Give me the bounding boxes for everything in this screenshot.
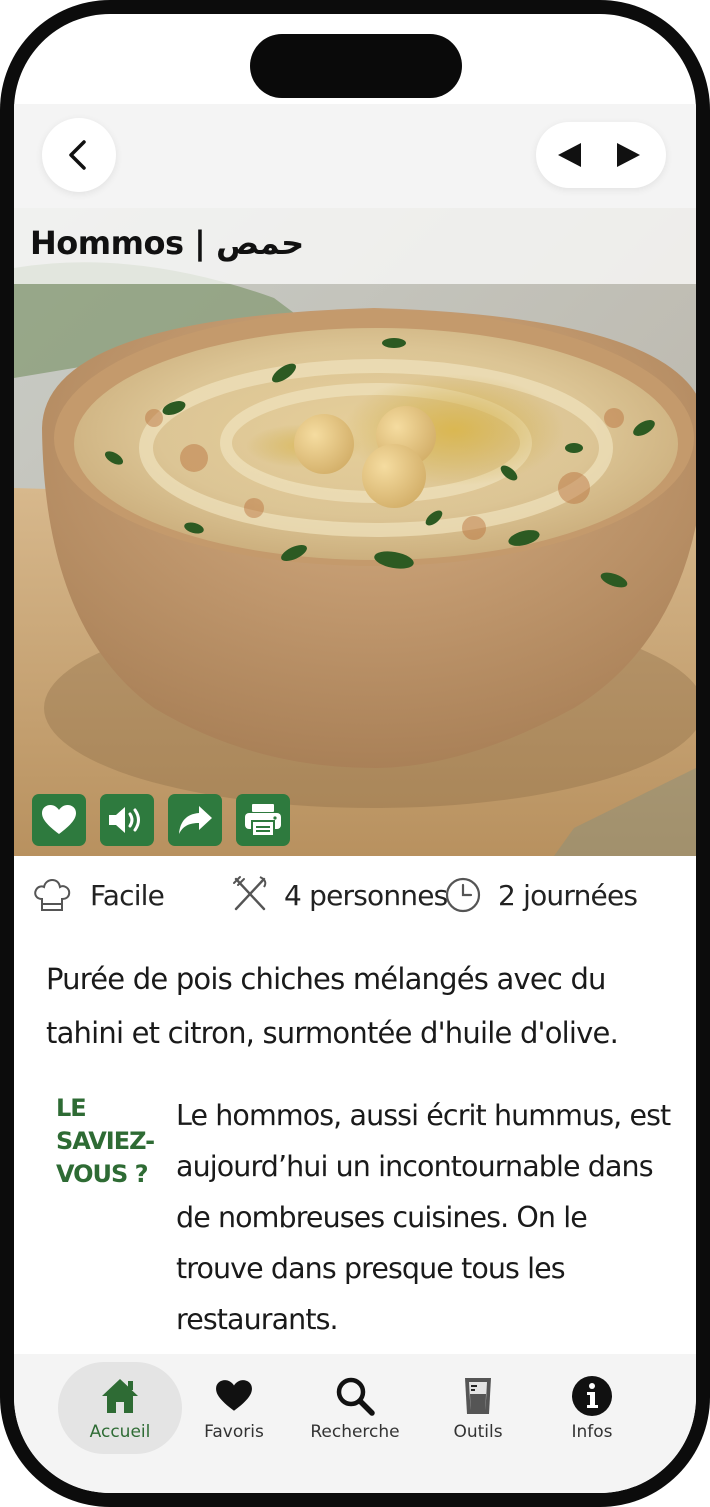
- home-icon: [102, 1379, 138, 1413]
- print-button[interactable]: [236, 794, 290, 846]
- recipe-meta: Facile 4 personnes 2 journées: [14, 872, 696, 918]
- info-icon: [572, 1376, 612, 1416]
- dynamic-island: [250, 34, 462, 98]
- difficulty: Facile: [32, 872, 165, 918]
- share-button[interactable]: [168, 794, 222, 846]
- duration-label: 2 journées: [498, 878, 638, 912]
- servings: 4 personnes: [230, 872, 448, 918]
- recipe-actions: [32, 794, 290, 846]
- tab-outils[interactable]: Outils: [416, 1362, 540, 1454]
- measuring-cup-icon: [465, 1378, 491, 1414]
- hummus-bowl-image: [14, 208, 696, 856]
- share-arrow-icon: [179, 806, 212, 834]
- tab-label: Accueil: [89, 1422, 151, 1442]
- tab-label: Infos: [571, 1422, 613, 1442]
- difficulty-label: Facile: [90, 878, 165, 912]
- tab-label: Recherche: [310, 1422, 400, 1442]
- recipe-description: Purée de pois chiches mélangés avec du t…: [46, 962, 619, 1050]
- recipe-photo: Hommos | حمص: [14, 208, 696, 856]
- speaker-icon: [109, 807, 140, 833]
- phone-frame: Hommos | حمص Facile 4 personnes 2 journé…: [0, 0, 710, 1507]
- duration: 2 journées: [444, 872, 638, 918]
- previous-recipe-button[interactable]: [554, 140, 584, 170]
- clock-icon: [445, 877, 481, 913]
- tab-favoris[interactable]: Favoris: [172, 1362, 296, 1454]
- heart-icon: [42, 805, 76, 834]
- chevron-left-icon: [69, 140, 86, 170]
- tab-recherche[interactable]: Recherche: [293, 1362, 417, 1454]
- tab-label: Outils: [453, 1422, 503, 1442]
- app-screen: Hommos | حمص Facile 4 personnes 2 journé…: [14, 14, 696, 1493]
- heart-icon: [216, 1380, 252, 1411]
- tab-accueil[interactable]: Accueil: [58, 1362, 182, 1454]
- favorite-button[interactable]: [32, 794, 86, 846]
- recipe-pager: [536, 122, 666, 188]
- top-navigation-bar: [14, 104, 696, 208]
- fork-knife-icon: [233, 876, 267, 911]
- did-you-know-text: Le hommos, aussi écrit hummus, est aujou…: [176, 1099, 671, 1336]
- back-button[interactable]: [42, 118, 116, 192]
- bottom-tab-bar: Accueil Favoris Recherche Outils Infos: [14, 1354, 696, 1493]
- audio-button[interactable]: [100, 794, 154, 846]
- servings-label: 4 personnes: [284, 878, 448, 912]
- printer-icon: [245, 804, 281, 837]
- recipe-title: Hommos | حمص: [30, 224, 305, 262]
- next-recipe-button[interactable]: [614, 140, 644, 170]
- chef-hat-icon: [34, 878, 71, 911]
- tab-label: Favoris: [204, 1422, 264, 1442]
- tab-infos[interactable]: Infos: [530, 1362, 654, 1454]
- did-you-know-label: LE SAVIEZ-VOUS ?: [56, 1094, 155, 1188]
- search-icon: [336, 1377, 375, 1416]
